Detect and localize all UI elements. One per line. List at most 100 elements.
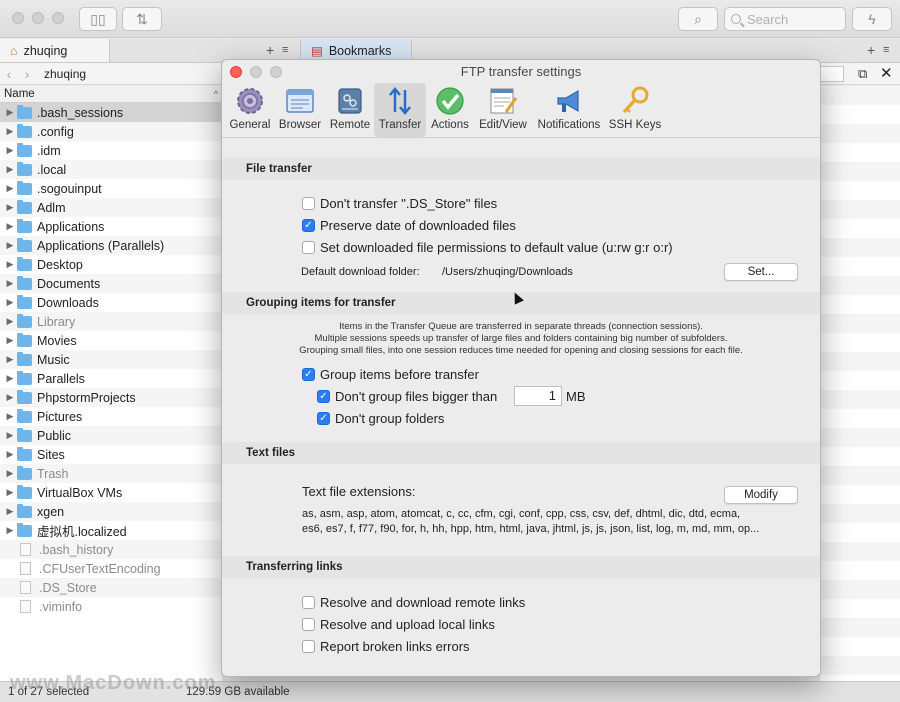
pref-ssh-keys[interactable]: SSH Keys [608,83,662,137]
disclosure-triangle-icon[interactable]: ▶ [3,411,17,422]
pref-general[interactable]: General [226,83,274,137]
bookmark-row[interactable] [820,181,900,200]
disclosure-triangle-icon[interactable]: ▶ [3,297,17,308]
disclosure-triangle-icon[interactable]: ▶ [3,240,17,251]
pref-edit-view[interactable]: Edit/View [476,83,530,137]
minimize-window-button[interactable] [32,12,44,24]
resolve-remote-links-checkbox[interactable]: Resolve and download remote links [302,595,525,610]
group-items-checkbox[interactable]: ✓ Group items before transfer [302,367,479,382]
tab-menu-icon[interactable]: ≡ [883,44,889,56]
pref-actions[interactable]: Actions [426,83,474,137]
quick-look-button[interactable]: ⌕ [678,7,718,31]
dont-group-folders-checkbox[interactable]: ✓ Don't group folders [317,411,444,426]
disclosure-triangle-icon[interactable]: ▶ [3,525,17,536]
file-row[interactable]: ▶ Sites [0,445,222,464]
disclosure-triangle-icon[interactable]: ▶ [3,107,17,118]
file-row[interactable]: ▶ xgen [0,502,222,521]
bookmark-row[interactable] [820,390,900,409]
file-row[interactable]: ▶ Desktop [0,255,222,274]
max-size-input[interactable]: 1 [514,386,562,406]
bookmark-row[interactable] [820,333,900,352]
bookmark-row[interactable] [820,466,900,485]
search-input[interactable]: Search [724,7,846,31]
disclosure-triangle-icon[interactable]: ▶ [3,449,17,460]
disclosure-triangle-icon[interactable]: ▶ [3,392,17,403]
file-row[interactable]: ▶ Trash [0,464,222,483]
pref-transfer[interactable]: Transfer [374,83,426,137]
file-row[interactable]: ▶ Applications [0,217,222,236]
file-row[interactable]: ▶ Public [0,426,222,445]
bookmark-row[interactable] [820,618,900,637]
disclosure-triangle-icon[interactable]: ▶ [3,316,17,327]
disclosure-triangle-icon[interactable]: ▶ [3,183,17,194]
file-row[interactable]: ▶ Applications (Parallels) [0,236,222,255]
bookmark-row[interactable] [820,485,900,504]
bookmark-row[interactable] [820,238,900,257]
resolve-local-links-checkbox[interactable]: Resolve and upload local links [302,617,495,632]
add-tab-icon[interactable]: + [867,42,875,58]
file-row[interactable]: ▶ Adlm [0,198,222,217]
disclosure-triangle-icon[interactable]: ▶ [3,468,17,479]
disclosure-triangle-icon[interactable]: ▶ [3,221,17,232]
disclosure-triangle-icon[interactable]: ▶ [3,487,17,498]
close-icon[interactable]: ✕ [880,64,893,82]
back-icon[interactable]: ‹ [0,66,18,82]
report-broken-links-checkbox[interactable]: Report broken links errors [302,639,470,654]
bookmark-row[interactable] [820,295,900,314]
file-row[interactable]: ▶ .bash_sessions [0,103,222,122]
bookmark-row[interactable] [820,447,900,466]
file-row[interactable]: .CFUserTextEncoding [0,559,222,578]
modify-extensions-button[interactable]: Modify [724,486,798,504]
dont-transfer-ds-store-checkbox[interactable]: Don't transfer ".DS_Store" files [302,196,497,211]
disclosure-triangle-icon[interactable]: ▶ [3,145,17,156]
file-row[interactable]: ▶ .idm [0,141,222,160]
preserve-date-checkbox[interactable]: ✓ Preserve date of downloaded files [302,218,516,233]
close-window-button[interactable] [12,12,24,24]
file-row[interactable]: ▶ Parallels [0,369,222,388]
bookmark-row[interactable] [820,86,900,105]
bookmark-row[interactable] [820,257,900,276]
disclosure-triangle-icon[interactable]: ▶ [3,164,17,175]
disclosure-triangle-icon[interactable]: ▶ [3,126,17,137]
bookmark-row[interactable] [820,124,900,143]
file-row[interactable]: ▶ .local [0,160,222,179]
bookmark-row[interactable] [820,542,900,561]
bookmark-row[interactable] [820,105,900,124]
toggle-panel-button[interactable]: ▯▯ [79,7,117,31]
file-row[interactable]: ▶ Music [0,350,222,369]
file-row[interactable]: ▶ Movies [0,331,222,350]
bookmark-row[interactable] [820,580,900,599]
forward-icon[interactable]: › [18,66,36,82]
bookmark-row[interactable] [820,371,900,390]
bookmark-row[interactable] [820,504,900,523]
open-external-icon[interactable]: ⧉ [858,66,867,82]
file-row[interactable]: ▶ VirtualBox VMs [0,483,222,502]
disclosure-triangle-icon[interactable]: ▶ [3,506,17,517]
file-row[interactable]: ▶ Documents [0,274,222,293]
bookmark-row[interactable] [820,561,900,580]
disclosure-triangle-icon[interactable]: ▶ [3,202,17,213]
bookmark-row[interactable] [820,523,900,542]
file-row[interactable]: .bash_history [0,540,222,559]
bookmarks-pane[interactable] [820,86,900,681]
bookmark-row[interactable] [820,428,900,447]
disclosure-triangle-icon[interactable]: ▶ [3,430,17,441]
bookmark-row[interactable] [820,162,900,181]
file-row[interactable]: ▶ .sogouinput [0,179,222,198]
file-row[interactable]: ▶ 虚拟机.localized [0,521,222,540]
bookmark-row[interactable] [820,409,900,428]
disclosure-triangle-icon[interactable]: ▶ [3,373,17,384]
file-row[interactable]: ▶ Downloads [0,293,222,312]
file-row[interactable]: ▶ .config [0,122,222,141]
column-header-name[interactable]: Name ^ [0,86,222,103]
bookmark-row[interactable] [820,352,900,371]
right-path-input[interactable] [820,66,844,82]
zoom-window-button[interactable] [52,12,64,24]
set-folder-button[interactable]: Set... [724,263,798,281]
set-permissions-checkbox[interactable]: Set downloaded file permissions to defau… [302,240,673,255]
bookmark-row[interactable] [820,200,900,219]
tab-zhuqing[interactable]: ⌂ zhuqing [0,39,110,62]
disclosure-triangle-icon[interactable]: ▶ [3,278,17,289]
bookmark-row[interactable] [820,637,900,656]
file-row[interactable]: ▶ PhpstormProjects [0,388,222,407]
